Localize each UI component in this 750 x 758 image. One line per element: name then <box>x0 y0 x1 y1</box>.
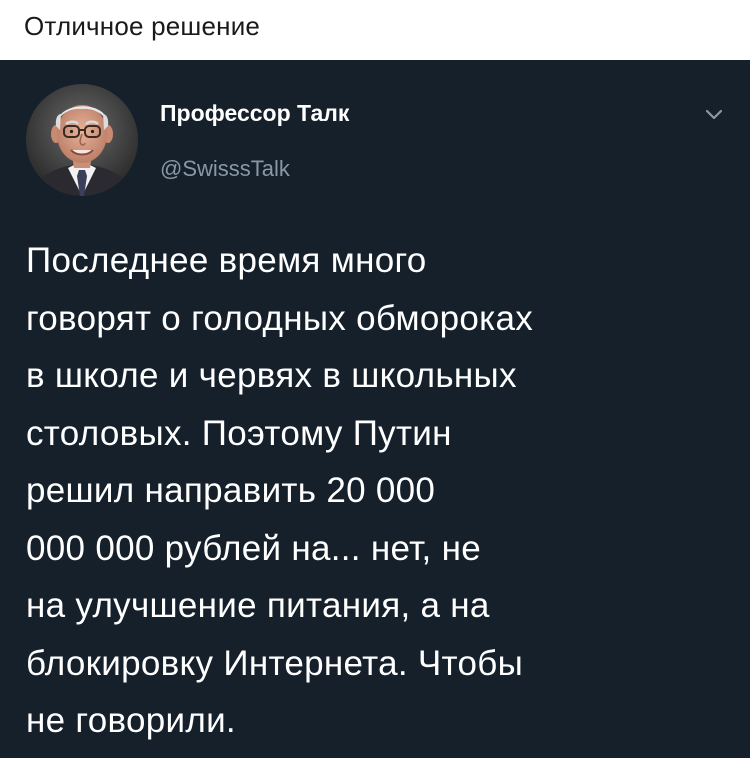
author-display-name[interactable]: Профессор Талк <box>160 100 349 127</box>
chevron-down-icon <box>705 109 723 120</box>
tweet-text-line: говорят о голодных обмороках <box>26 298 534 338</box>
tweet-text-line: в школе и червях в школьных <box>26 356 517 395</box>
avatar-portrait-icon <box>26 84 138 196</box>
tweet-body-text: Последнее время много говорят о голодных… <box>26 232 726 750</box>
avatar[interactable] <box>26 84 138 196</box>
screenshot: Отличное решение Профессор Талк @SwisssT… <box>0 0 750 758</box>
tweet-text-line: блокировку Интернета. Чтобы <box>26 643 524 683</box>
tweet-text-line: 000 000 рублей на... нет, не <box>26 528 481 568</box>
tweet-text-line: столовых. Поэтому Путин <box>26 413 452 453</box>
tweet-text-line: Последнее время много <box>26 241 427 280</box>
tweet-card: Профессор Талк @SwisssTalk Последнее вре… <box>0 60 750 758</box>
tweet-text-line: не говорили. <box>26 701 236 740</box>
tweet-text-line: решил направить 20 000 <box>26 471 436 510</box>
post-caption: Отличное решение <box>24 11 261 41</box>
tweet-text-line: на улучшение питания, а на <box>26 586 490 625</box>
author-handle[interactable]: @SwisssTalk <box>160 156 290 182</box>
tweet-options-button[interactable] <box>700 100 728 128</box>
